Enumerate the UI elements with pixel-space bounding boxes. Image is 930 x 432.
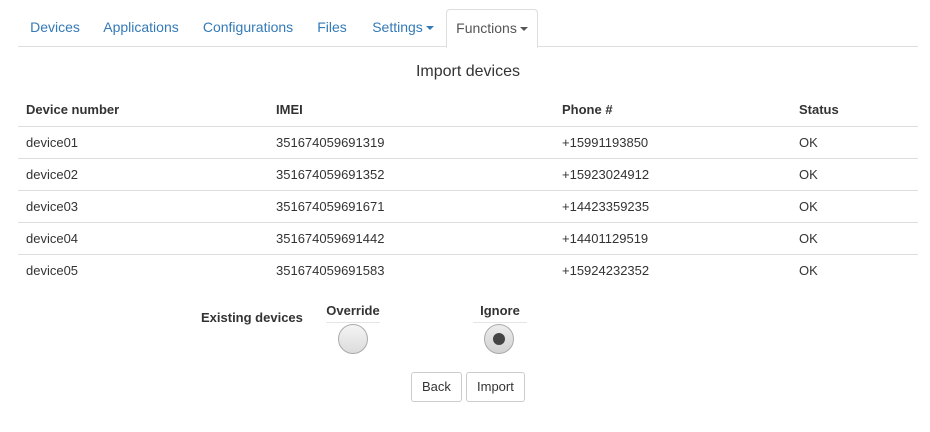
cell-status: OK	[791, 222, 918, 255]
table-row: device01 351674059691319 +15991193850 OK	[18, 126, 918, 159]
cell-imei: 351674059691442	[268, 222, 554, 255]
nav-tabs: Devices Applications Configurations File…	[18, 9, 918, 48]
cell-status: OK	[791, 190, 918, 223]
import-devices-table: Device number IMEI Phone # Status device…	[18, 94, 918, 286]
column-header-device-number: Device number	[18, 94, 268, 127]
table-row: device02 351674059691352 +15923024912 OK	[18, 158, 918, 191]
override-radio[interactable]	[338, 324, 368, 354]
tab-devices-label: Devices	[30, 19, 80, 35]
cell-phone: +14423359235	[554, 190, 791, 223]
chevron-down-icon	[519, 27, 528, 32]
ignore-label: Ignore	[480, 303, 520, 318]
override-label: Override	[326, 303, 380, 318]
cell-device-number: device03	[18, 190, 268, 223]
tab-functions-label: Functions	[456, 20, 517, 36]
cell-imei: 351674059691583	[276, 262, 385, 278]
back-button[interactable]: Back	[411, 372, 462, 402]
table-header-row: Device number IMEI Phone # Status	[18, 94, 918, 127]
cell-phone: +15923024912	[554, 158, 791, 191]
column-header-phone: Phone #	[554, 94, 791, 127]
table-row: device05 351674059691583 +15924232352 OK	[18, 254, 918, 286]
tab-files[interactable]: Files	[306, 9, 358, 47]
tab-files-label: Files	[317, 19, 347, 35]
tab-settings-label: Settings	[372, 19, 423, 35]
cell-phone: +15991193850	[554, 126, 791, 159]
chevron-down-icon	[425, 26, 434, 31]
column-header-status: Status	[791, 94, 918, 127]
ignore-divider	[473, 322, 527, 323]
ignore-radio[interactable]	[484, 324, 514, 354]
radio-selected-dot	[493, 333, 505, 345]
cell-status: OK	[791, 158, 918, 191]
cell-device-number: device04	[18, 222, 268, 255]
tab-settings[interactable]: Settings	[364, 9, 442, 47]
column-header-imei: IMEI	[268, 94, 554, 127]
cell-status: OK	[799, 262, 818, 278]
cell-device-number: device02	[18, 158, 268, 191]
table-row: device04 351674059691442 +14401129519 OK	[18, 222, 918, 255]
tab-applications[interactable]: Applications	[94, 9, 188, 47]
table-row: device03 351674059691671 +14423359235 OK	[18, 190, 918, 223]
override-divider	[326, 322, 380, 323]
import-button[interactable]: Import	[466, 372, 525, 402]
tab-devices[interactable]: Devices	[18, 9, 92, 47]
existing-devices-label: Existing devices	[201, 310, 303, 325]
tab-functions[interactable]: Functions	[446, 9, 538, 48]
cell-device-number: device05	[26, 262, 79, 278]
cell-imei: 351674059691352	[268, 158, 554, 191]
cell-imei: 351674059691671	[268, 190, 554, 223]
cell-phone: +15924232352	[562, 262, 650, 278]
cell-imei: 351674059691319	[268, 126, 554, 159]
cell-device-number: device01	[18, 126, 268, 159]
page-title: Import devices	[415, 63, 521, 80]
cell-status: OK	[791, 126, 918, 159]
cell-phone: +14401129519	[554, 222, 791, 255]
tab-applications-label: Applications	[103, 19, 179, 35]
tab-configurations[interactable]: Configurations	[193, 9, 303, 47]
tab-configurations-label: Configurations	[202, 19, 294, 35]
